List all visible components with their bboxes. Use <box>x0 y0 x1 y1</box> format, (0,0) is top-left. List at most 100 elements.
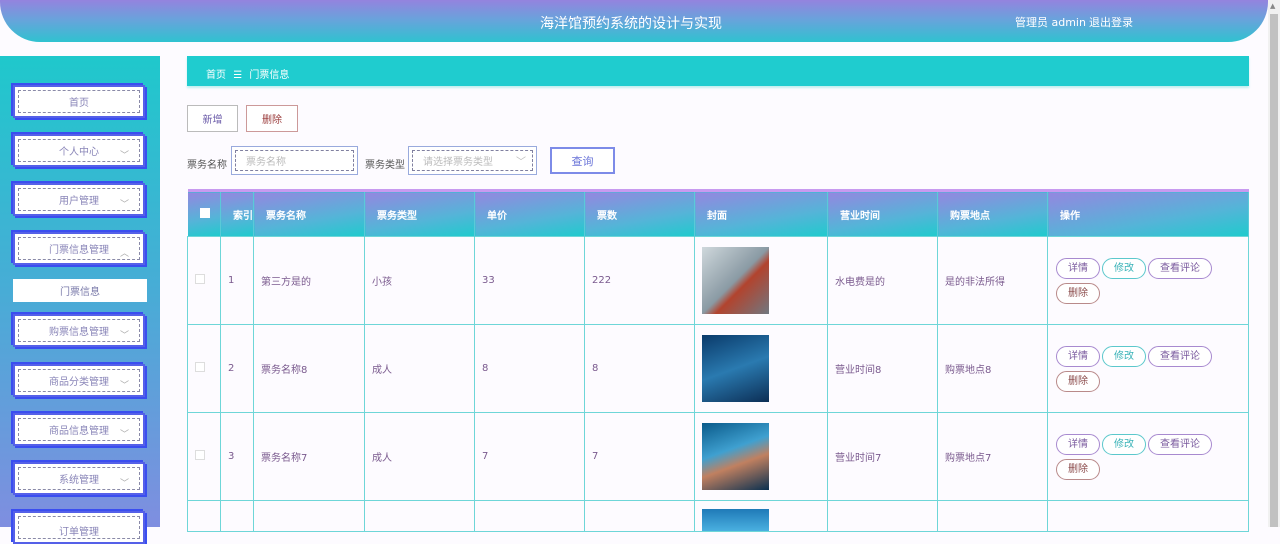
sidebar-item-categories[interactable]: 商品分类管理 ﹀ <box>13 364 145 397</box>
col-count: 票数 <box>584 190 695 237</box>
sidebar-item-system[interactable]: 系统管理 ﹀ <box>13 462 145 495</box>
breadcrumb-separator-icon: ☰ <box>233 70 243 81</box>
sidebar-item-label: 系统管理 <box>59 475 99 486</box>
chevron-down-icon: ﹀ <box>119 430 129 440</box>
detail-button[interactable]: 详情 <box>1056 345 1100 367</box>
cell-actions: 详情 修改 查看评论删除 <box>1047 412 1249 501</box>
sidebar-item-label: 购票信息管理 <box>49 327 109 338</box>
view-comments-button[interactable]: 查看评论 <box>1148 433 1212 455</box>
col-price: 单价 <box>474 190 585 237</box>
cell-hours: 营业时间8 <box>827 324 938 413</box>
ticket-type-placeholder: 请选择票务类型 <box>423 157 493 168</box>
sidebar-item-products[interactable]: 商品信息管理 ﹀ <box>13 413 145 446</box>
cell-location: 购票地点7 <box>937 412 1048 501</box>
ticket-name-input[interactable]: 票务名称 <box>231 146 358 175</box>
cell-count: 222 <box>584 236 695 325</box>
cell-cover <box>694 412 828 501</box>
sidebar-item-label: 商品分类管理 <box>49 377 109 388</box>
breadcrumb-current: 门票信息 <box>249 70 290 81</box>
cell-name: 票务名称7 <box>253 412 365 501</box>
cover-image[interactable] <box>702 509 769 531</box>
cell-count: 8 <box>584 324 695 413</box>
cell-index: 2 <box>220 324 254 413</box>
select-all-header[interactable] <box>187 190 221 237</box>
sidebar-item-label: 个人中心 <box>59 147 99 158</box>
view-comments-button[interactable]: 查看评论 <box>1148 257 1212 279</box>
cell-location: 是的非法所得 <box>937 236 1048 325</box>
chevron-down-icon: ﹀ <box>516 157 526 168</box>
row-delete-button[interactable]: 删除 <box>1056 370 1100 392</box>
sidebar-item-label: 商品信息管理 <box>49 426 109 437</box>
cell-location: 购票地点8 <box>937 324 1048 413</box>
sidebar-item-label: 门票信息管理 <box>49 245 109 256</box>
table-row: 3 票务名称7 成人 7 7 营业时间7 购票地点7 详情 修改 查看评论 删除 <box>187 412 1249 501</box>
cell-price: 8 <box>474 324 585 413</box>
cell-index: 1 <box>220 236 254 325</box>
chevron-down-icon: ﹀ <box>119 381 129 391</box>
table-row: 1 第三方是的 小孩 33 222 水电费是的 是的非法所得 详情 修改 查看评论删… <box>187 236 1249 325</box>
sidebar-item-label: 首页 <box>69 98 89 109</box>
sidebar-item-home[interactable]: 首页 <box>13 85 145 118</box>
sidebar-item-tickets[interactable]: 门票信息管理 ︿ <box>13 232 145 265</box>
cover-image[interactable] <box>702 335 769 402</box>
cell-actions: 详情 修改 查看评论删除 <box>1047 236 1249 325</box>
breadcrumb: 首页 ☰ 门票信息 <box>187 56 1249 86</box>
app-title: 海洋馆预约系统的设计与实现 <box>540 16 722 32</box>
cell-name: 票务名称8 <box>253 324 365 413</box>
cell-hours: 营业时间7 <box>827 412 938 501</box>
ticket-name-placeholder: 票务名称 <box>235 150 354 171</box>
cell-type: 成人 <box>364 412 475 501</box>
sidebar-item-purchases[interactable]: 购票信息管理 ﹀ <box>13 314 145 347</box>
cell-cover <box>694 236 828 325</box>
cover-image[interactable] <box>702 247 769 314</box>
row-checkbox[interactable] <box>195 362 205 372</box>
search-button[interactable]: 查询 <box>550 147 615 174</box>
col-hours: 营业时间 <box>827 190 938 237</box>
col-location: 购票地点 <box>937 190 1048 237</box>
sidebar-item-label: 订单管理 <box>59 527 99 538</box>
view-comments-button[interactable]: 查看评论 <box>1148 345 1212 367</box>
row-checkbox[interactable] <box>195 274 205 284</box>
edit-button[interactable]: 修改 <box>1102 433 1146 455</box>
row-select-cell[interactable] <box>187 412 221 501</box>
scrollbar-thumb[interactable] <box>1270 14 1278 527</box>
ticket-type-label: 票务类型 <box>365 160 405 171</box>
sidebar: 首页 个人中心 ﹀ 用户管理 ﹀ 门票信息管理 ︿ 门票信息 购票信息管理 ﹀ 商品分类… <box>0 56 160 544</box>
cell-hours: 水电费是的 <box>827 236 938 325</box>
col-type: 票务类型 <box>364 190 475 237</box>
cell-price: 33 <box>474 236 585 325</box>
cell-count: 7 <box>584 412 695 501</box>
cell-cover <box>694 324 828 413</box>
detail-button[interactable]: 详情 <box>1056 257 1100 279</box>
row-delete-button[interactable]: 删除 <box>1056 458 1100 480</box>
col-actions: 操作 <box>1047 190 1249 237</box>
cell-name: 第三方是的 <box>253 236 365 325</box>
scroll-up-icon[interactable]: ▲ <box>1270 2 1275 10</box>
sidebar-subitem-ticket-info[interactable]: 门票信息 <box>13 279 147 302</box>
ticket-name-label: 票务名称 <box>187 160 227 171</box>
cell-price: 7 <box>474 412 585 501</box>
row-select-cell[interactable] <box>187 236 221 325</box>
detail-button[interactable]: 详情 <box>1056 433 1100 455</box>
tickets-table: 索引 票务名称 票务类型 单价 票数 封面 营业时间 购票地点 操作 1 第三方… <box>187 189 1249 532</box>
delete-button[interactable]: 删除 <box>246 105 298 132</box>
edit-button[interactable]: 修改 <box>1102 257 1146 279</box>
top-header: 海洋馆预约系统的设计与实现 管理员 admin 退出登录 <box>0 0 1268 42</box>
ticket-type-select[interactable]: 请选择票务类型 ﹀ <box>408 146 537 175</box>
scrollbar[interactable]: ▲ <box>1268 0 1280 527</box>
sidebar-item-orders[interactable]: 订单管理 <box>13 511 145 544</box>
sidebar-item-users[interactable]: 用户管理 ﹀ <box>13 183 145 216</box>
chevron-down-icon: ﹀ <box>119 331 129 341</box>
row-select-cell[interactable] <box>187 324 221 413</box>
row-checkbox[interactable] <box>195 450 205 460</box>
cell-type: 小孩 <box>364 236 475 325</box>
logout-link[interactable]: 退出登录 <box>1089 14 1133 30</box>
cover-image[interactable] <box>702 423 769 490</box>
breadcrumb-home[interactable]: 首页 <box>206 70 226 81</box>
sidebar-item-personal[interactable]: 个人中心 ﹀ <box>13 134 145 167</box>
row-delete-button[interactable]: 删除 <box>1056 282 1100 304</box>
edit-button[interactable]: 修改 <box>1102 345 1146 367</box>
select-all-checkbox[interactable] <box>199 207 210 218</box>
add-button[interactable]: 新增 <box>187 105 238 132</box>
table-row: 2 票务名称8 成人 8 8 营业时间8 购票地点8 详情 修改 查看评论 删除 <box>187 324 1249 413</box>
